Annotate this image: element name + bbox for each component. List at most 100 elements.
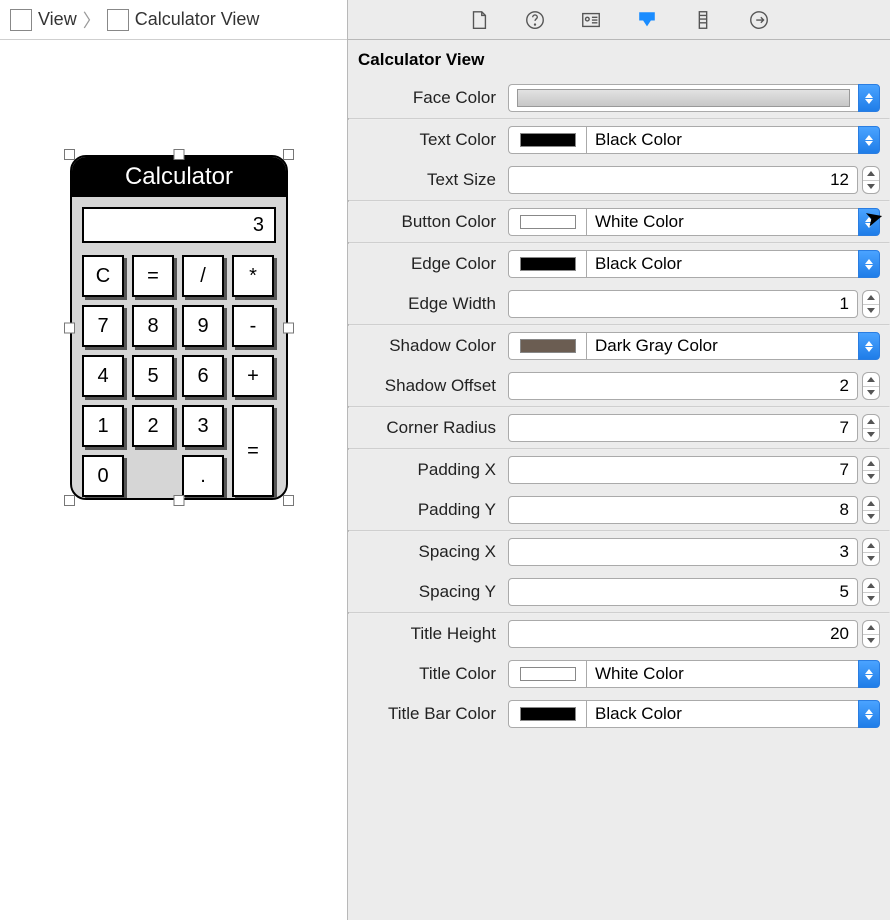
label-edge-width: Edge Width [348,294,508,314]
breadcrumb-item-1[interactable]: View [38,9,77,30]
breadcrumb-icon [10,9,32,31]
key-3[interactable]: 3 [182,405,224,447]
key-8[interactable]: 8 [132,305,174,347]
spacing-x-input[interactable]: 3 [508,538,858,566]
text-color-dropdown[interactable] [858,126,880,154]
title-color-well[interactable] [508,660,586,688]
key-6[interactable]: 6 [182,355,224,397]
label-face-color: Face Color [348,88,508,108]
key-multiply[interactable]: * [232,255,274,297]
key-5[interactable]: 5 [132,355,174,397]
key-plus[interactable]: + [232,355,274,397]
label-text-size: Text Size [348,170,508,190]
inspector-toolbar [348,0,890,40]
resize-handle[interactable] [64,322,75,333]
calculator-display: 3 [82,207,276,243]
resize-handle[interactable] [283,322,294,333]
chevron-right-icon: 〉 [83,7,101,33]
padding-x-input[interactable]: 7 [508,456,858,484]
button-color-select[interactable]: White Color [586,208,858,236]
key-equals[interactable]: = [132,255,174,297]
resize-handle[interactable] [64,495,75,506]
shadow-offset-stepper[interactable] [862,372,880,400]
shadow-color-well[interactable] [508,332,586,360]
text-color-well[interactable] [508,126,586,154]
title-color-select[interactable]: White Color [586,660,858,688]
resize-handle[interactable] [174,149,185,160]
spacing-y-stepper[interactable] [862,578,880,606]
key-7[interactable]: 7 [82,305,124,347]
shadow-offset-input[interactable]: 2 [508,372,858,400]
face-color-dropdown[interactable] [858,84,880,112]
label-button-color: Button Color [348,212,508,232]
calculator-title: Calculator [72,157,286,197]
inspector-title: Calculator View [348,40,890,78]
key-minus[interactable]: - [232,305,274,347]
key-2[interactable]: 2 [132,405,174,447]
resize-handle[interactable] [283,149,294,160]
attributes-icon[interactable] [636,9,658,31]
label-corner-radius: Corner Radius [348,418,508,438]
edge-width-input[interactable]: 1 [508,290,858,318]
key-1[interactable]: 1 [82,405,124,447]
title-bar-color-dropdown[interactable] [858,700,880,728]
key-equals-tall[interactable]: = [232,405,274,497]
key-clear[interactable]: C [82,255,124,297]
edge-color-well[interactable] [508,250,586,278]
title-height-input[interactable]: 20 [508,620,858,648]
label-padding-y: Padding Y [348,500,508,520]
label-shadow-offset: Shadow Offset [348,376,508,396]
file-icon[interactable] [468,9,490,31]
calculator-keypad: C = / * 7 8 9 - 4 5 6 + 1 [82,255,276,497]
connections-icon[interactable] [748,9,770,31]
padding-y-stepper[interactable] [862,496,880,524]
key-4[interactable]: 4 [82,355,124,397]
shadow-color-dropdown[interactable] [858,332,880,360]
text-color-select[interactable]: Black Color [586,126,858,154]
title-bar-color-select[interactable]: Black Color [586,700,858,728]
edge-width-stepper[interactable] [862,290,880,318]
corner-radius-stepper[interactable] [862,414,880,442]
key-dot[interactable]: . [182,455,224,497]
resize-handle[interactable] [64,149,75,160]
key-0[interactable]: 0 [82,455,124,497]
edge-color-dropdown[interactable] [858,250,880,278]
face-color-well[interactable] [508,84,858,112]
title-bar-color-well[interactable] [508,700,586,728]
label-shadow-color: Shadow Color [348,336,508,356]
spacing-y-input[interactable]: 5 [508,578,858,606]
key-9[interactable]: 9 [182,305,224,347]
button-color-dropdown[interactable] [858,208,880,236]
title-height-stepper[interactable] [862,620,880,648]
breadcrumb-item-2[interactable]: Calculator View [135,9,260,30]
padding-y-input[interactable]: 8 [508,496,858,524]
label-title-color: Title Color [348,664,508,684]
label-spacing-x: Spacing X [348,542,508,562]
identity-icon[interactable] [580,9,602,31]
size-icon[interactable] [692,9,714,31]
breadcrumb: View 〉 Calculator View [0,0,347,40]
spacing-x-stepper[interactable] [862,538,880,566]
label-text-color: Text Color [348,130,508,150]
label-title-height: Title Height [348,624,508,644]
padding-x-stepper[interactable] [862,456,880,484]
label-padding-x: Padding X [348,460,508,480]
title-color-dropdown[interactable] [858,660,880,688]
text-size-stepper[interactable] [862,166,880,194]
help-icon[interactable] [524,9,546,31]
selected-view[interactable]: Calculator 3 C = / * 7 8 9 - 4 [70,155,288,500]
label-edge-color: Edge Color [348,254,508,274]
edge-color-select[interactable]: Black Color [586,250,858,278]
key-divide[interactable]: / [182,255,224,297]
shadow-color-select[interactable]: Dark Gray Color [586,332,858,360]
label-spacing-y: Spacing Y [348,582,508,602]
corner-radius-input[interactable]: 7 [508,414,858,442]
resize-handle[interactable] [283,495,294,506]
breadcrumb-icon [107,9,129,31]
button-color-well[interactable] [508,208,586,236]
canvas-area[interactable]: Calculator 3 C = / * 7 8 9 - 4 [0,40,347,920]
label-title-bar-color: Title Bar Color [348,704,508,724]
resize-handle[interactable] [174,495,185,506]
calculator-view[interactable]: Calculator 3 C = / * 7 8 9 - 4 [70,155,288,500]
text-size-input[interactable]: 12 [508,166,858,194]
